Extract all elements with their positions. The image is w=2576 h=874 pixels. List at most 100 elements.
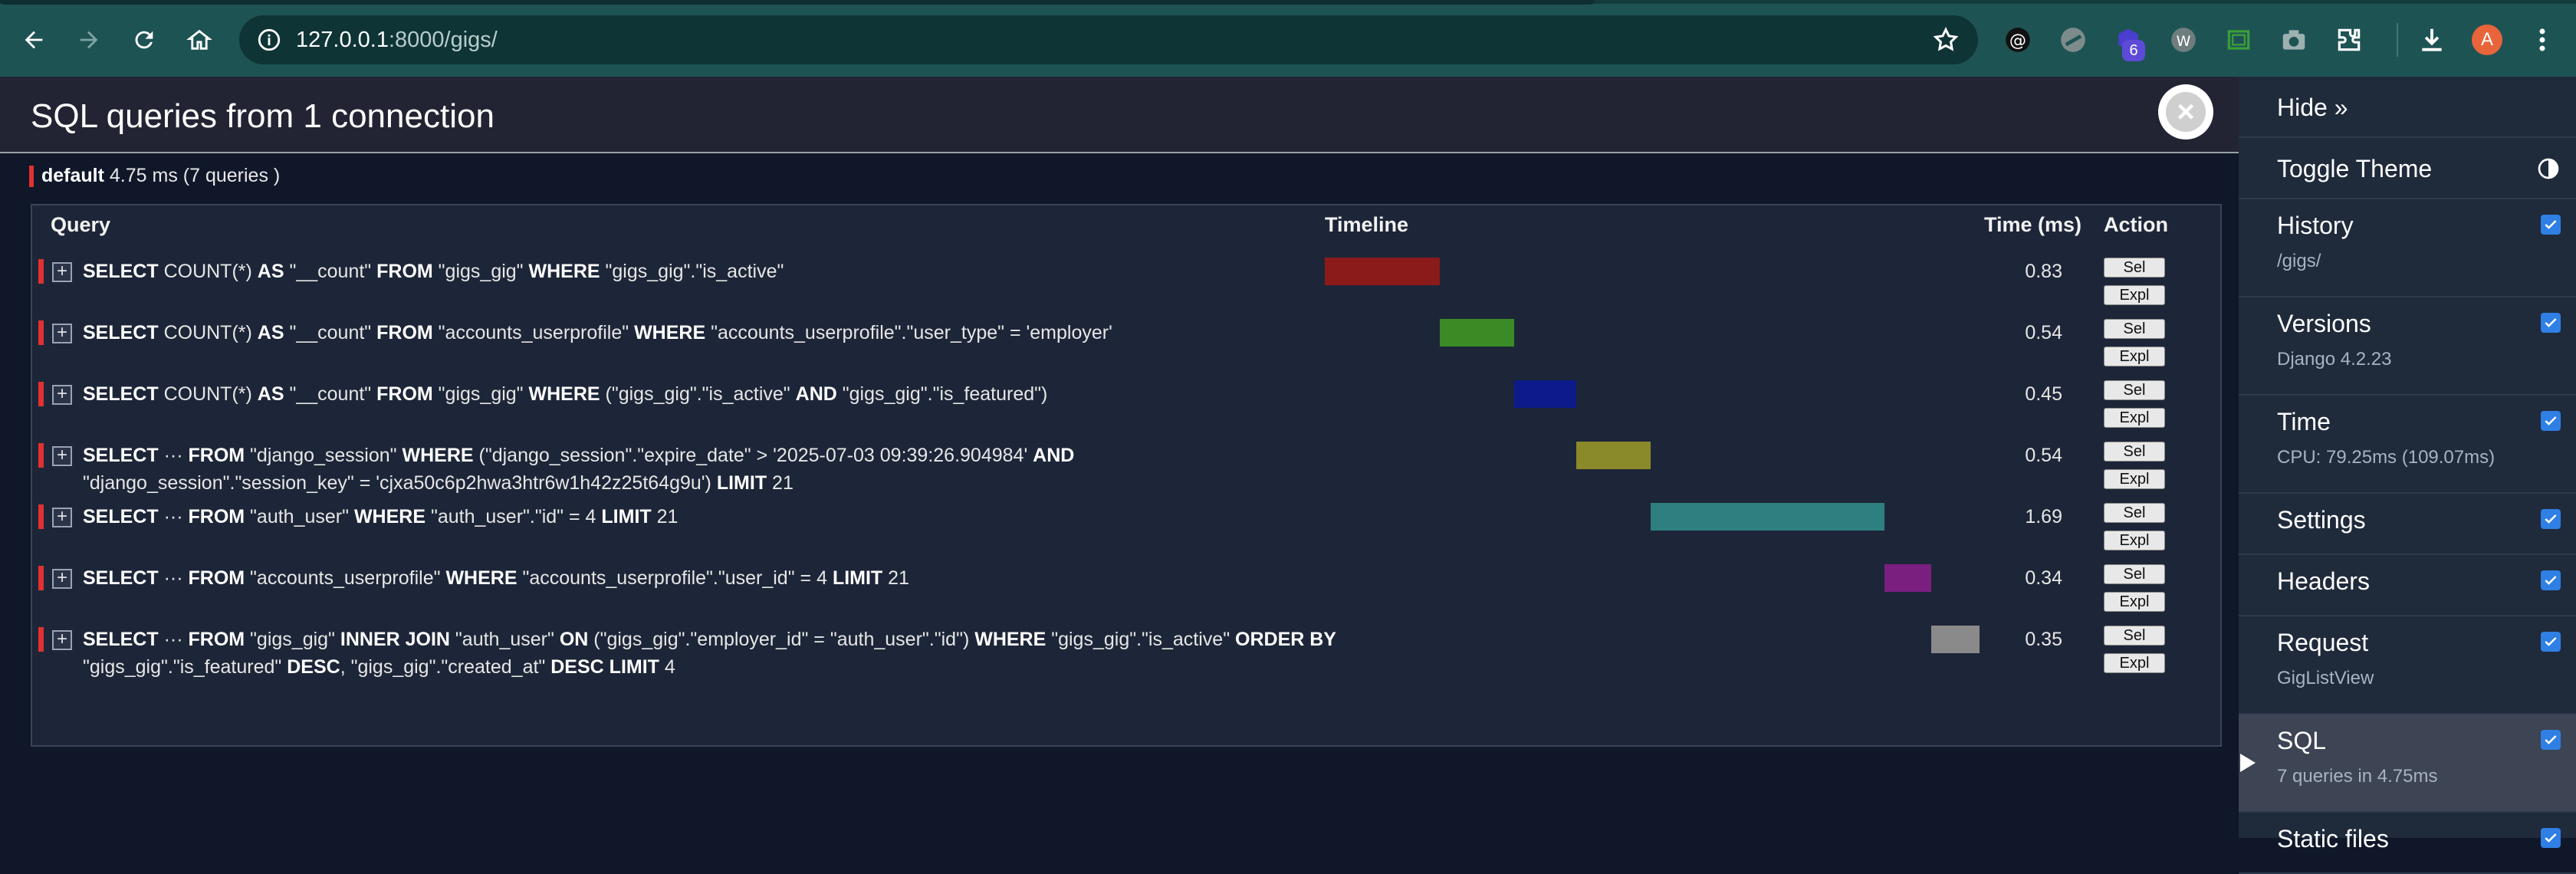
- expand-query-toggle[interactable]: +: [52, 262, 72, 282]
- explain-query-button[interactable]: Expl: [2104, 653, 2165, 673]
- expand-query-toggle[interactable]: +: [52, 508, 72, 527]
- arrow-left-icon: [25, 31, 43, 49]
- sql-text: "gigs_gig": [432, 261, 529, 282]
- column-header-timeline: Timeline: [1325, 213, 1409, 236]
- profile-avatar[interactable]: A: [2472, 25, 2502, 55]
- sidebar-item-history[interactable]: History/gigs/: [2239, 199, 2576, 297]
- extension-badge: 6: [2122, 40, 2145, 61]
- panel-enabled-checkbox[interactable]: [2541, 730, 2561, 750]
- address-bar[interactable]: 127.0.0.1:8000/gigs/: [239, 15, 1978, 64]
- header-divider: [0, 152, 2239, 153]
- sql-text: "__count": [284, 261, 377, 282]
- expand-query-toggle[interactable]: +: [52, 385, 72, 405]
- close-panel-button[interactable]: ×: [2158, 84, 2213, 140]
- sql-text: "gigs_gig"."is_featured": [83, 656, 288, 678]
- panel-enabled-checkbox[interactable]: [2541, 509, 2561, 529]
- checkmark-icon: [2545, 220, 2557, 229]
- panel-enabled-checkbox[interactable]: [2541, 828, 2561, 848]
- extension-wappalyzer[interactable]: W: [2168, 25, 2199, 55]
- query-time: 0.83: [2025, 261, 2062, 282]
- select-query-button[interactable]: Sel: [2104, 564, 2165, 584]
- sidebar-item-subtitle: GigListView: [2277, 668, 2374, 688]
- sql-text: ···: [158, 445, 189, 466]
- svg-text:W: W: [2177, 33, 2191, 50]
- sql-text: "gigs_gig"."is_active": [1046, 629, 1236, 650]
- select-query-button[interactable]: Sel: [2104, 319, 2165, 339]
- query-row: + SELECT COUNT(*) AS "__count" FROM "acco…: [32, 302, 2222, 366]
- sidebar-item-headers[interactable]: Headers: [2239, 555, 2576, 616]
- sidebar-item-settings[interactable]: Settings: [2239, 494, 2576, 555]
- sql-keyword: INNER JOIN: [340, 629, 450, 650]
- expand-query-toggle[interactable]: +: [52, 630, 72, 650]
- bookmark-star-icon[interactable]: [1932, 26, 1960, 54]
- panel-enabled-checkbox[interactable]: [2541, 632, 2561, 652]
- connection-alias: default: [41, 165, 104, 186]
- select-query-button[interactable]: Sel: [2104, 380, 2165, 400]
- panel-enabled-checkbox[interactable]: [2541, 411, 2561, 431]
- browser-menu-button[interactable]: [2527, 25, 2558, 55]
- sql-text: "auth_user": [449, 629, 560, 650]
- query-row: + SELECT COUNT(*) AS "__count" FROM "gigs…: [32, 241, 2222, 305]
- sql-text: COUNT(*): [158, 261, 258, 282]
- theme-half-circle-icon: [2538, 158, 2559, 179]
- downloads-button[interactable]: [2417, 25, 2447, 55]
- select-query-button[interactable]: Sel: [2104, 258, 2165, 278]
- extension-camera[interactable]: [2279, 25, 2309, 55]
- reload-button[interactable]: [126, 21, 163, 58]
- sql-text: 21: [882, 567, 909, 589]
- w-extension-icon: W: [2171, 28, 2196, 52]
- sql-keyword: ORDER BY: [1235, 629, 1336, 650]
- query-sql: SELECT ··· FROM "gigs_gig" INNER JOIN "a…: [83, 626, 1340, 681]
- sidebar-item-request[interactable]: Request GigListView: [2239, 616, 2576, 715]
- sidebar-item-sql[interactable]: SQL 7 queries in 4.75ms: [2239, 715, 2576, 813]
- forward-button[interactable]: [71, 21, 107, 58]
- sql-keyword: WHERE: [528, 261, 600, 282]
- sql-keyword: SELECT: [83, 567, 159, 589]
- sql-text: ("django_session"."expire_date" > '2025-…: [473, 445, 1033, 466]
- toggle-theme-button[interactable]: Toggle Theme: [2239, 138, 2576, 199]
- panel-enabled-checkbox[interactable]: [2541, 215, 2561, 235]
- sql-keyword: AND: [795, 383, 837, 405]
- sql-text: COUNT(*): [158, 383, 258, 405]
- connection-color-marker: [29, 166, 34, 188]
- site-info-icon[interactable]: [256, 27, 282, 53]
- extension-threads[interactable]: @: [2003, 25, 2033, 55]
- sql-keyword: SELECT: [83, 445, 159, 466]
- sql-keyword: WHERE: [353, 506, 426, 527]
- panel-enabled-checkbox[interactable]: [2541, 313, 2561, 333]
- extensions-menu[interactable]: [2334, 25, 2364, 55]
- select-query-button[interactable]: Sel: [2104, 442, 2165, 462]
- sql-keyword: ON: [559, 629, 589, 650]
- sql-keyword: LIMIT: [601, 506, 652, 527]
- back-button[interactable]: [15, 21, 52, 58]
- sidebar-item-time[interactable]: Time CPU: 79.25ms (109.07ms): [2239, 396, 2576, 494]
- expand-query-toggle[interactable]: +: [52, 569, 72, 589]
- sql-text: "__count": [284, 322, 377, 343]
- sidebar-item-static-files[interactable]: Static files: [2239, 813, 2576, 874]
- sql-text: "gigs_gig"."is_featured"): [836, 383, 1048, 405]
- checkmark-icon: [2545, 637, 2557, 646]
- query-sql: SELECT ··· FROM "auth_user" WHERE "auth_…: [83, 503, 1340, 531]
- sql-text: "accounts_userprofile"."user_type" = 'em…: [705, 322, 1112, 343]
- expand-query-toggle[interactable]: +: [52, 446, 72, 466]
- select-query-button[interactable]: Sel: [2104, 626, 2165, 646]
- sidebar-item-versions[interactable]: Versions Django 4.2.23: [2239, 297, 2576, 396]
- expand-query-toggle[interactable]: +: [52, 324, 72, 343]
- sql-text: "django_session": [245, 445, 402, 466]
- sql-text: "auth_user"."id" = 4: [426, 506, 602, 527]
- query-row: + SELECT ··· FROM "accounts_userprofile" …: [32, 547, 2222, 612]
- hide-toolbar-button[interactable]: Hide »: [2239, 77, 2576, 138]
- hide-label: Hide »: [2277, 94, 2348, 121]
- extension-screen[interactable]: [2223, 25, 2254, 55]
- extension-blocked[interactable]: [2058, 25, 2088, 55]
- select-query-button[interactable]: Sel: [2104, 503, 2165, 523]
- url-path: :8000/gigs/: [388, 28, 498, 52]
- reload-icon: [135, 31, 153, 49]
- panel-enabled-checkbox[interactable]: [2541, 570, 2561, 590]
- sql-keyword: WHERE: [634, 322, 706, 343]
- query-row: + SELECT ··· FROM "auth_user" WHERE "auth…: [32, 486, 2222, 550]
- home-button[interactable]: [181, 21, 218, 58]
- checkmark-icon: [2545, 416, 2557, 426]
- sql-keyword: FROM: [376, 261, 433, 282]
- query-time: 1.69: [2025, 506, 2062, 527]
